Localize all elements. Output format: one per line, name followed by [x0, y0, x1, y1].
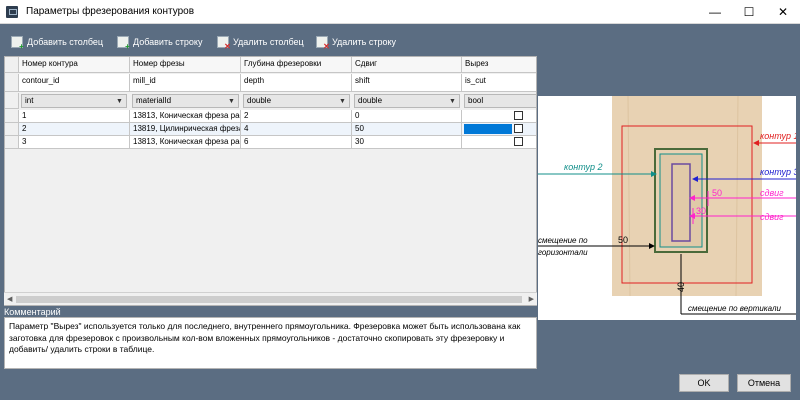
- cell-depth[interactable]: 2: [241, 110, 352, 123]
- corner-cell: [5, 57, 19, 73]
- window-title: Параметры фрезерования контуров: [26, 6, 195, 17]
- chevron-down-icon: ▼: [449, 98, 456, 105]
- delete-row-icon: ✕: [316, 36, 330, 51]
- label-v-offset-value: 40: [676, 282, 686, 292]
- delete-column-button[interactable]: ✕ Удалить столбец: [217, 35, 304, 51]
- add-column-icon: +: [11, 36, 24, 51]
- row-header: [5, 110, 19, 123]
- field-cut[interactable]: is_cut: [462, 74, 536, 92]
- table-row[interactable]: 1 13813, Коническая фреза рас 2 0: [5, 110, 536, 123]
- cell-cut[interactable]: [462, 123, 536, 136]
- cell-shift[interactable]: 0: [352, 110, 462, 123]
- scroll-left-icon[interactable]: ◀: [7, 295, 12, 303]
- delete-row-label: Удалить строку: [332, 37, 397, 47]
- comment-textarea[interactable]: Параметр "Вырез" используется только для…: [4, 317, 537, 369]
- add-row-label: Добавить строку: [133, 37, 203, 47]
- title-bar: Параметры фрезерования контуров — ☐ ✕: [0, 0, 800, 24]
- label-contour-1: контур 1: [760, 131, 796, 141]
- chevron-down-icon: ▼: [228, 98, 235, 105]
- cell-depth[interactable]: 6: [241, 136, 352, 149]
- field-depth[interactable]: depth: [241, 74, 352, 92]
- label-shift-50: 50: [712, 188, 722, 198]
- is-cut-checkbox[interactable]: [514, 137, 523, 146]
- label-contour-2: контур 2: [564, 162, 603, 172]
- type-select-mill[interactable]: materialId ▼: [132, 94, 239, 108]
- type-select-depth[interactable]: double ▼: [243, 94, 350, 108]
- chevron-down-icon: ▼: [339, 98, 346, 105]
- scroll-right-icon[interactable]: ▶: [529, 295, 534, 303]
- header-depth[interactable]: Глубина фрезеровки: [241, 57, 352, 73]
- type-select-contour[interactable]: int ▼: [21, 94, 127, 108]
- type-value: materialId: [136, 96, 172, 105]
- cell-cut[interactable]: [462, 136, 536, 149]
- header-cut[interactable]: Вырез: [462, 57, 536, 73]
- row-header: [5, 93, 19, 109]
- comment-label: Комментарий: [4, 307, 61, 317]
- type-row: int ▼ materialId ▼ double ▼ double ▼ boo…: [5, 93, 536, 109]
- maximize-button[interactable]: ☐: [732, 0, 766, 24]
- type-value: double: [358, 96, 383, 105]
- scroll-thumb[interactable]: [16, 296, 522, 303]
- label-contour-3: контур 3: [760, 167, 796, 177]
- ok-button[interactable]: OK: [679, 374, 729, 392]
- close-button[interactable]: ✕: [766, 0, 800, 24]
- contour-grid[interactable]: Номер контура Номер фрезы Глубина фрезер…: [4, 56, 537, 306]
- row-header: [5, 74, 19, 92]
- cancel-button[interactable]: Отмена: [737, 374, 791, 392]
- row-header: [5, 136, 19, 149]
- cell-shift[interactable]: 50: [352, 123, 462, 136]
- cell-contour[interactable]: 2: [19, 123, 130, 136]
- table-row[interactable]: 3 13813, Коническая фреза рас 6 30: [5, 136, 536, 149]
- field-shift[interactable]: shift: [352, 74, 462, 92]
- field-mill[interactable]: mill_id: [130, 74, 241, 92]
- is-cut-checkbox[interactable]: [514, 124, 523, 133]
- cell-contour[interactable]: 1: [19, 110, 130, 123]
- toolbar: + Добавить столбец + Добавить строку ✕ У…: [0, 25, 800, 57]
- type-value: int: [25, 96, 34, 105]
- cell-mill[interactable]: 13813, Коническая фреза рас: [130, 136, 241, 149]
- add-row-icon: +: [117, 36, 130, 51]
- label-v-offset: смещение по вертикали: [688, 304, 781, 313]
- cell-cut[interactable]: [462, 110, 536, 123]
- field-name-row: contour_id mill_id depth shift is_cut: [5, 74, 536, 92]
- cell-contour[interactable]: 3: [19, 136, 130, 149]
- label-h-offset-value: 50: [618, 235, 628, 245]
- horizontal-scrollbar[interactable]: ◀ ▶: [4, 292, 537, 305]
- header-mill[interactable]: Номер фрезы: [130, 57, 241, 73]
- field-contour[interactable]: contour_id: [19, 74, 130, 92]
- app-icon: [6, 6, 18, 18]
- minimize-button[interactable]: —: [698, 0, 732, 24]
- label-shift-2: сдвиг: [760, 212, 784, 222]
- delete-column-label: Удалить столбец: [233, 37, 304, 47]
- add-column-label: Добавить столбец: [27, 37, 104, 47]
- type-select-cut[interactable]: bool: [464, 94, 536, 108]
- cell-shift[interactable]: 30: [352, 136, 462, 149]
- is-cut-checkbox[interactable]: [514, 111, 523, 120]
- row-header: [5, 123, 19, 136]
- type-select-shift[interactable]: double ▼: [354, 94, 460, 108]
- label-shift-30: 30: [696, 206, 706, 216]
- grid-header-row: Номер контура Номер фрезы Глубина фрезер…: [5, 57, 536, 73]
- delete-row-button[interactable]: ✕ Удалить строку: [316, 35, 397, 51]
- add-row-button[interactable]: + Добавить строку: [117, 35, 203, 51]
- header-contour[interactable]: Номер контура: [19, 57, 130, 73]
- delete-column-icon: ✕: [217, 36, 231, 51]
- cell-mill[interactable]: 13813, Коническая фреза рас: [130, 110, 241, 123]
- cell-depth[interactable]: 4: [241, 123, 352, 136]
- cell-mill[interactable]: 13819, Цилинрическая фреза: [130, 123, 241, 136]
- chevron-down-icon: ▼: [116, 98, 123, 105]
- label-shift-1: сдвиг: [760, 188, 784, 198]
- contour-scheme-image: контур 1 контур 2 контур 3 50 сдвиг 30 с…: [538, 95, 799, 315]
- type-value: double: [247, 96, 272, 105]
- preview-diagram: контур 1 контур 2 контур 3 50 сдвиг 30 с…: [538, 95, 799, 320]
- add-column-button[interactable]: + Добавить столбец: [11, 35, 104, 51]
- selection-highlight: [464, 124, 512, 134]
- table-row[interactable]: 2 13819, Цилинрическая фреза 4 50: [5, 123, 536, 136]
- header-shift[interactable]: Сдвиг: [352, 57, 462, 73]
- type-value: bool: [468, 96, 484, 105]
